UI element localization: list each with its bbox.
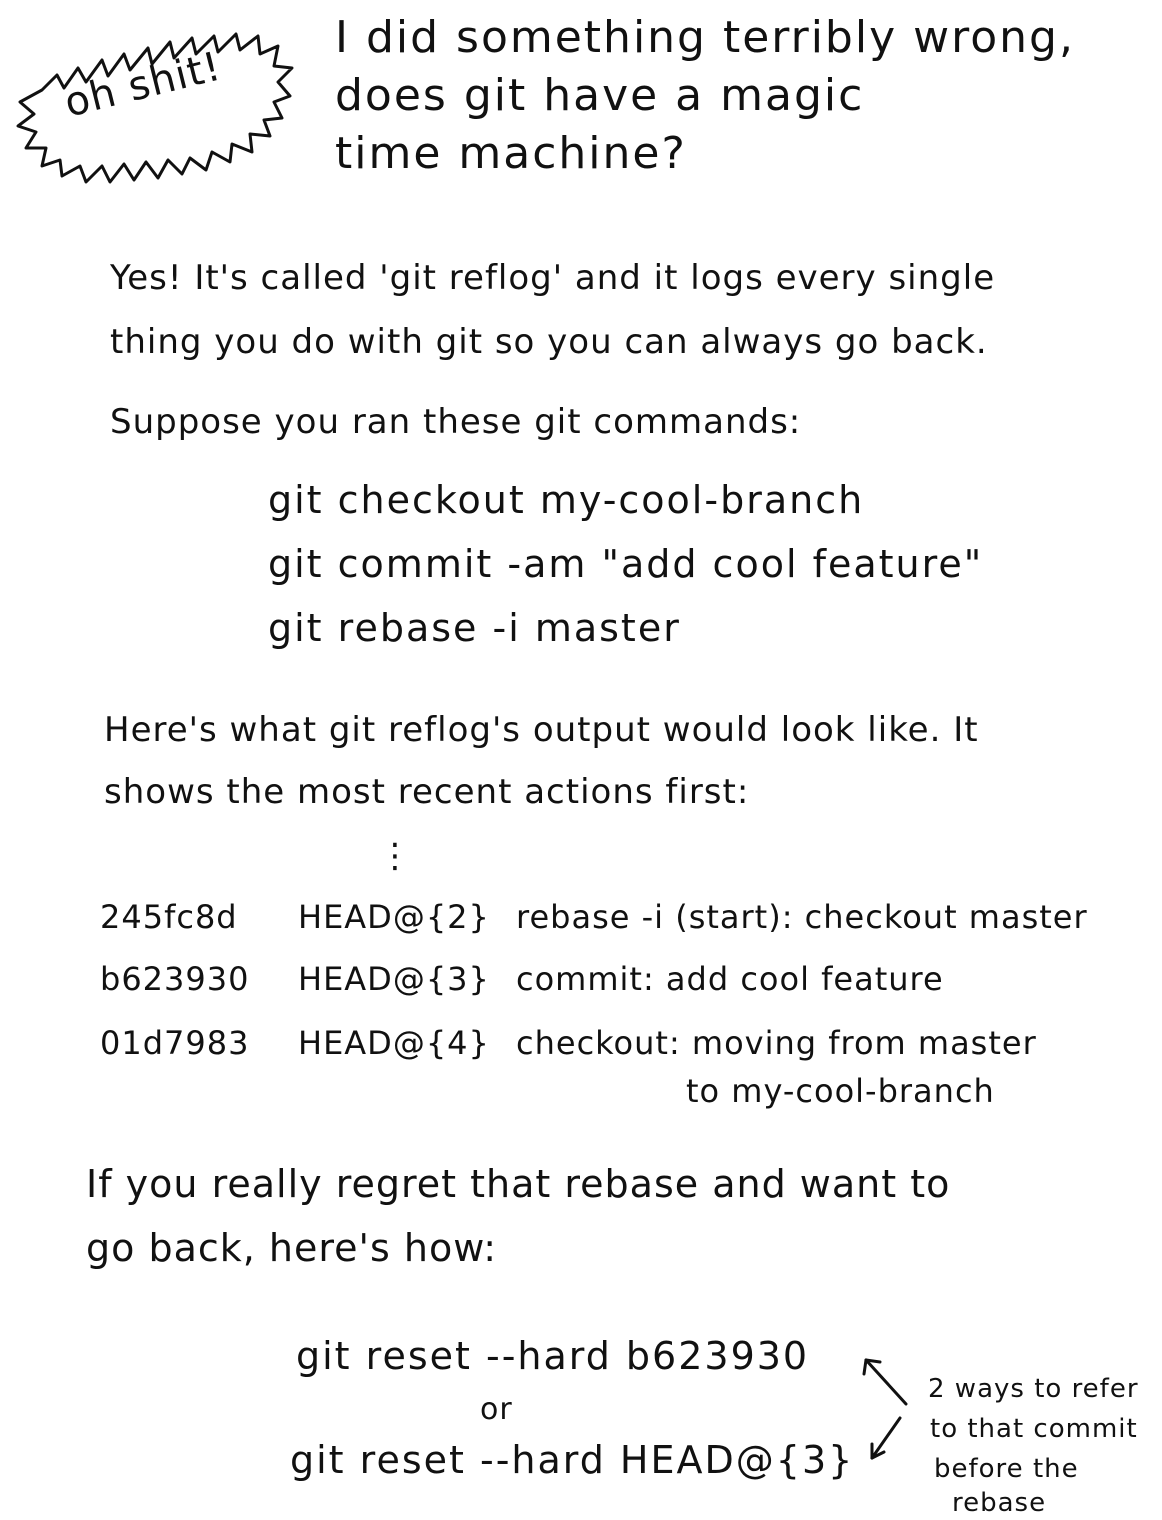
suppose-text: Suppose you ran these git commands:: [110, 402, 802, 442]
ellipsis-icon: ⋮: [378, 836, 413, 876]
intro-line-2: thing you do with git so you can always …: [110, 322, 988, 362]
regret-line-1: If you really regret that rebase and wan…: [86, 1162, 951, 1206]
title-line-3: time machine?: [335, 128, 687, 179]
arrow-down-icon: [870, 1416, 902, 1460]
note-line-1: 2 ways to refer: [928, 1374, 1139, 1404]
command-commit: git commit -am "add cool feature": [268, 542, 984, 586]
intro-line-1: Yes! It's called 'git reflog' and it log…: [110, 258, 996, 298]
reset-by-ref-command: git reset --hard HEAD@{3}: [290, 1438, 855, 1482]
reflog-ref: HEAD@{3}: [298, 960, 490, 998]
reflog-message: commit: add cool feature: [516, 960, 944, 998]
oh-shit-badge: oh shit!: [12, 20, 297, 190]
reflog-hash: b623930: [100, 960, 250, 998]
reflog-hash: 245fc8d: [100, 898, 238, 936]
reflog-hash: 01d7983: [100, 1024, 250, 1062]
reflog-ref: HEAD@{4}: [298, 1024, 490, 1062]
reflog-message: rebase -i (start): checkout master: [516, 898, 1088, 936]
command-checkout: git checkout my-cool-branch: [268, 478, 865, 522]
reflog-message-continued: to my-cool-branch: [686, 1072, 995, 1110]
reset-by-hash-command: git reset --hard b623930: [296, 1334, 810, 1378]
or-label: or: [480, 1392, 513, 1427]
output-intro-line-2: shows the most recent actions first:: [104, 772, 750, 812]
output-intro-line-1: Here's what git reflog's output would lo…: [104, 710, 979, 750]
note-line-4: rebase: [952, 1488, 1047, 1518]
title-line-2: does git have a magic: [335, 70, 865, 121]
note-arrows: [862, 1358, 908, 1460]
regret-line-2: go back, here's how:: [86, 1226, 498, 1270]
note-line-3: before the: [934, 1454, 1079, 1484]
note-line-2: to that commit: [930, 1414, 1138, 1444]
title-line-1: I did something terribly wrong,: [335, 12, 1075, 63]
command-rebase: git rebase -i master: [268, 606, 681, 650]
arrow-up-icon: [862, 1358, 908, 1406]
reflog-message: checkout: moving from master: [516, 1024, 1037, 1062]
reflog-ref: HEAD@{2}: [298, 898, 490, 936]
